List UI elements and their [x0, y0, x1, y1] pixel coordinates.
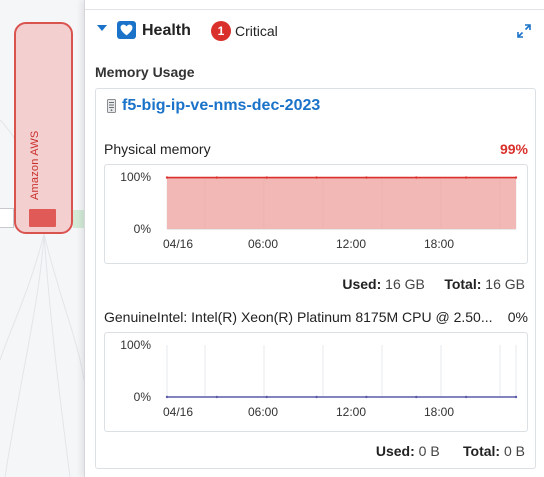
memory-chart: 100% 0% 04/16 06:00 12:00 18:00 [104, 164, 528, 264]
memory-chart-svg: 100% 0% 04/16 06:00 12:00 18:00 [120, 170, 518, 251]
y-tick-label: 100% [120, 338, 151, 352]
memory-card: f5-big-ip-ve-nms-dec-2023 Physical memor… [95, 88, 536, 469]
expand-icon[interactable] [517, 24, 531, 38]
cpu-chart: 100% 0% 04/16 06:00 12:00 18:00 [104, 332, 528, 432]
data-point [365, 176, 368, 179]
collapse-caret-icon[interactable] [97, 25, 107, 31]
x-tick-label: 06:00 [248, 405, 278, 419]
topology-node-stub[interactable] [0, 208, 14, 228]
data-point [215, 395, 219, 399]
total-value: 0 B [503, 443, 525, 459]
critical-count-badge: 1 [211, 21, 231, 41]
y-tick-label: 0% [134, 390, 152, 404]
data-point [265, 176, 268, 179]
x-tick-label: 12:00 [336, 237, 366, 251]
panel-title: Health [142, 22, 191, 39]
health-panel: Health 1 Critical Memory Usage f5-big-ip… [84, 0, 544, 477]
data-point [514, 395, 518, 399]
critical-label: Critical [235, 23, 278, 39]
data-point [165, 176, 169, 179]
data-point [315, 395, 318, 399]
used-label: Used: [342, 276, 382, 292]
topology-node-stub-green[interactable] [73, 210, 84, 228]
data-point [315, 176, 318, 179]
data-point [415, 176, 418, 179]
data-point [415, 395, 418, 399]
metric-value: 0% [507, 309, 528, 325]
server-icon [107, 99, 116, 113]
x-tick-label: 06:00 [248, 237, 278, 251]
data-point [464, 176, 468, 179]
used-value: 0 B [418, 443, 440, 459]
y-tick-label: 100% [120, 170, 151, 184]
x-tick-label: 18:00 [424, 405, 454, 419]
x-tick-label: 18:00 [424, 237, 454, 251]
host-row: f5-big-ip-ve-nms-dec-2023 [107, 97, 320, 115]
total-label: Total: [444, 276, 482, 292]
series-area [167, 177, 516, 229]
panel-top-edge [85, 0, 544, 10]
data-point [165, 395, 169, 399]
data-point [464, 395, 468, 399]
metric-label: Physical memory [104, 141, 211, 157]
cpu-chart-svg: 100% 0% 04/16 06:00 12:00 18:00 [120, 338, 518, 419]
aws-region-label: Amazon AWS [29, 130, 41, 200]
aws-status-bar [29, 209, 56, 227]
x-tick-label: 04/16 [163, 237, 193, 251]
x-tick-label: 12:00 [336, 405, 366, 419]
data-point [265, 395, 268, 399]
data-point [215, 176, 219, 179]
used-value: 16 GB [385, 276, 425, 292]
y-tick-label: 0% [134, 222, 152, 236]
x-tick-label: 04/16 [163, 405, 193, 419]
metric-row-cpu: GenuineIntel: Intel(R) Xeon(R) Platinum … [104, 309, 528, 325]
metric-value: 99% [499, 141, 528, 157]
total-label: Total: [463, 443, 501, 459]
screen: Amazon AWS Health 1 Critical Memory Usag… [0, 0, 544, 477]
data-point [514, 176, 518, 179]
aws-region-node[interactable] [14, 22, 73, 234]
total-value: 16 GB [485, 276, 525, 292]
data-point [365, 395, 368, 399]
memory-usage-row: Used: 16 GB Total: 16 GB [342, 276, 525, 292]
cpu-usage-row: Used: 0 B Total: 0 B [376, 443, 525, 459]
metric-label: GenuineIntel: Intel(R) Xeon(R) Platinum … [104, 309, 493, 325]
metric-row-memory: Physical memory 99% [104, 141, 528, 157]
used-label: Used: [375, 443, 415, 459]
topology-canvas[interactable]: Amazon AWS [0, 0, 84, 477]
health-header: Health 1 Critical [85, 18, 544, 48]
host-name-link[interactable]: f5-big-ip-ve-nms-dec-2023 [122, 97, 320, 115]
section-title: Memory Usage [95, 64, 195, 80]
heart-icon [117, 21, 136, 39]
